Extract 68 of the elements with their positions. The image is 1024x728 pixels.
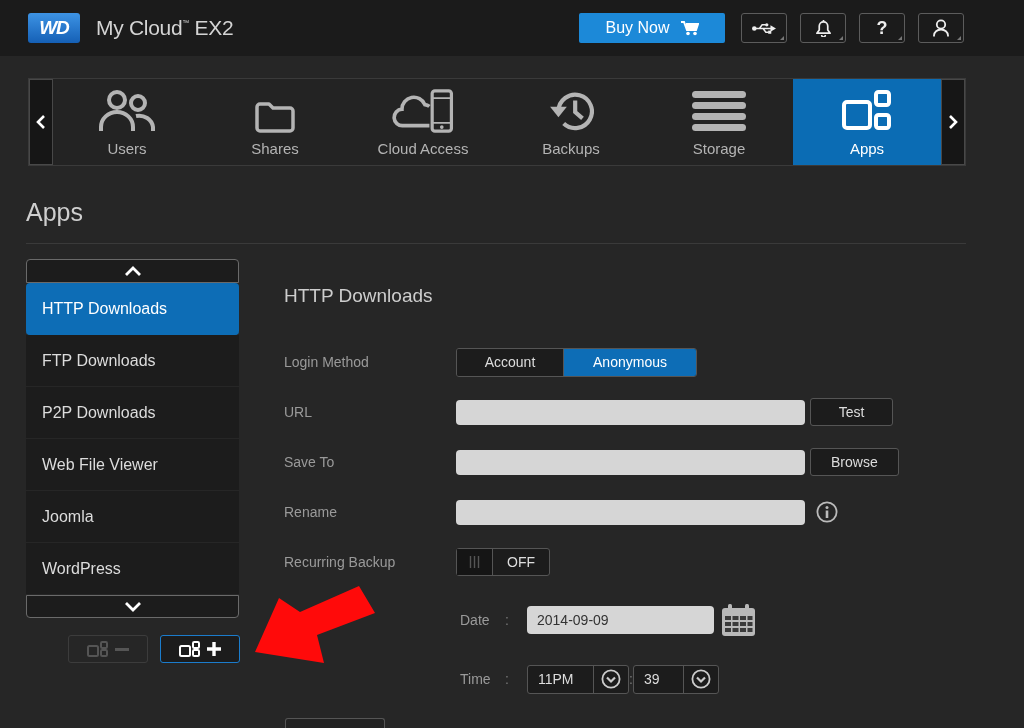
- info-icon[interactable]: [816, 501, 838, 523]
- circle-chevron-icon: [690, 669, 711, 689]
- field-action-button[interactable]: Browse: [810, 448, 899, 476]
- account-button[interactable]: [918, 13, 964, 43]
- product-title: My Cloud$^{™}$ EX2: [96, 16, 234, 40]
- chevron-down-icon: [123, 601, 142, 612]
- nav-tab[interactable]: Backups: [497, 79, 645, 165]
- nav-tab[interactable]: Storage: [645, 79, 793, 165]
- squares-icon: [842, 89, 892, 133]
- folder-icon: [255, 101, 295, 133]
- field-action-button[interactable]: Test: [810, 398, 893, 426]
- separator-text: :: [629, 671, 633, 687]
- field-label: Recurring Backup: [284, 554, 396, 570]
- field-label: Login Method: [284, 354, 369, 370]
- usb-icon: [752, 21, 776, 35]
- minus-icon: [115, 647, 129, 651]
- text-field[interactable]: [456, 399, 805, 425]
- logo: WD: [28, 13, 80, 43]
- circle-chevron-icon: [601, 669, 621, 689]
- nav-tab[interactable]: Shares: [201, 79, 349, 165]
- app-list-item[interactable]: WordPress: [26, 543, 239, 595]
- app-list-item[interactable]: FTP Downloads: [26, 335, 239, 387]
- date-label: Date: [460, 612, 490, 628]
- squares-icon: [179, 641, 201, 657]
- notifications-button[interactable]: [800, 13, 846, 43]
- separator-text: :: [505, 671, 509, 687]
- add-app-button[interactable]: [160, 635, 240, 663]
- field-label: Rename: [284, 504, 337, 520]
- users-icon: [98, 89, 156, 133]
- chevron-left-icon: [36, 114, 46, 130]
- app-list-item[interactable]: P2P Downloads: [26, 387, 239, 439]
- field-label: URL: [284, 404, 312, 420]
- nav-tab[interactable]: Cloud Access: [349, 79, 497, 165]
- toggle-switch[interactable]: OFF: [456, 548, 550, 576]
- page-title: Apps: [26, 197, 83, 227]
- usb-button[interactable]: [741, 13, 787, 43]
- text-field[interactable]: [456, 449, 805, 475]
- section-title: HTTP Downloads: [284, 285, 433, 307]
- segment-option[interactable]: Account: [457, 348, 564, 376]
- text-field[interactable]: [456, 499, 805, 525]
- date-field[interactable]: 2014-09-09: [527, 606, 714, 634]
- scroll-down-button[interactable]: [26, 595, 239, 618]
- nav-tab[interactable]: Apps: [793, 79, 941, 165]
- cart-icon: [680, 20, 699, 36]
- scroll-up-button[interactable]: [26, 259, 239, 283]
- app-list-item[interactable]: Joomla: [26, 491, 239, 543]
- buy-now-button[interactable]: Buy Now: [579, 13, 725, 43]
- field-label: Save To: [284, 454, 335, 470]
- scroll-right-button[interactable]: [941, 79, 965, 165]
- squares-icon: [87, 641, 109, 657]
- chevron-right-icon: [948, 114, 958, 130]
- help-button[interactable]: ?: [859, 13, 905, 43]
- chevron-up-icon: [123, 265, 142, 277]
- minute-select[interactable]: 39: [632, 664, 719, 694]
- app-list-item[interactable]: HTTP Downloads: [26, 283, 239, 335]
- segment-option[interactable]: Anonymous: [564, 348, 696, 376]
- stacked-bars-icon: [692, 89, 746, 133]
- bell-icon: [814, 19, 832, 37]
- scroll-left-button[interactable]: [29, 79, 53, 165]
- separator-text: :: [505, 612, 509, 628]
- plus-icon: [207, 642, 221, 656]
- nav-tab[interactable]: Users: [53, 79, 201, 165]
- app-list-item[interactable]: Web File Viewer: [26, 439, 239, 491]
- grip-icon: [457, 549, 493, 575]
- calendar-icon[interactable]: [722, 604, 755, 636]
- user-icon: [933, 19, 949, 37]
- hour-select[interactable]: 11PM: [527, 664, 629, 694]
- time-label: Time: [460, 671, 491, 687]
